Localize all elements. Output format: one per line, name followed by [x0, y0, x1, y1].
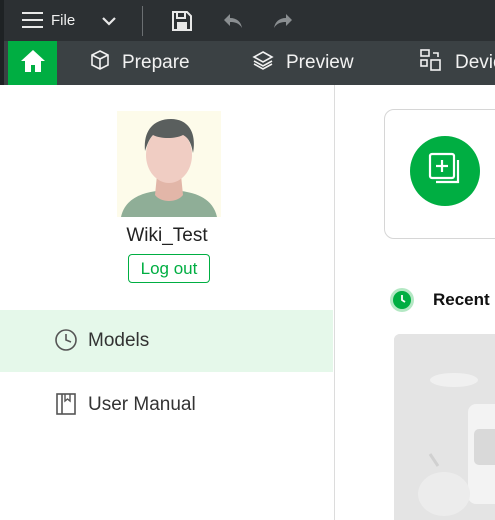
sidebar-item-models[interactable]: Models: [0, 310, 333, 372]
recent-clock-icon: [389, 287, 415, 318]
avatar[interactable]: [117, 111, 221, 217]
sidebar-item-label: User Manual: [88, 394, 196, 415]
tab-home[interactable]: [8, 41, 57, 85]
cube-icon: [90, 50, 122, 76]
tab-prepare-label: Prepare: [122, 52, 190, 73]
tab-preview-label: Preview: [286, 52, 354, 73]
logout-button[interactable]: Log out: [128, 254, 210, 283]
tab-bar: Prepare Preview Devic: [0, 41, 495, 85]
redo-icon[interactable]: [272, 11, 294, 36]
recent-model-thumbnail[interactable]: [394, 334, 495, 520]
book-icon: [54, 392, 78, 422]
main-content: Recent: [335, 85, 495, 520]
add-project-icon: [426, 150, 464, 193]
layers-icon: [252, 50, 286, 76]
chevron-down-icon[interactable]: [100, 12, 118, 35]
tab-preview[interactable]: Preview: [252, 41, 354, 85]
hamburger-menu-icon[interactable]: [22, 11, 44, 34]
sidebar-item-user-manual[interactable]: User Manual: [0, 374, 333, 436]
file-menu-label[interactable]: File: [51, 12, 75, 29]
create-project-card[interactable]: [384, 109, 495, 239]
tab-device-label: Devic: [455, 52, 495, 73]
sidebar: Wiki_Test Log out Models User Manual: [0, 85, 335, 520]
sidebar-item-label: Models: [88, 330, 150, 351]
undo-icon[interactable]: [222, 11, 244, 36]
tab-device[interactable]: Devic: [419, 41, 495, 85]
username: Wiki_Test: [126, 225, 208, 246]
device-icon: [419, 48, 455, 78]
recent-section-title: Recent: [433, 290, 490, 309]
save-icon[interactable]: [171, 10, 193, 37]
clock-icon: [54, 328, 78, 358]
tab-prepare[interactable]: Prepare: [90, 41, 190, 85]
home-icon: [20, 49, 46, 78]
create-project-button[interactable]: [410, 136, 480, 206]
toolbar-divider: [142, 6, 143, 36]
title-bar: File: [0, 0, 495, 41]
